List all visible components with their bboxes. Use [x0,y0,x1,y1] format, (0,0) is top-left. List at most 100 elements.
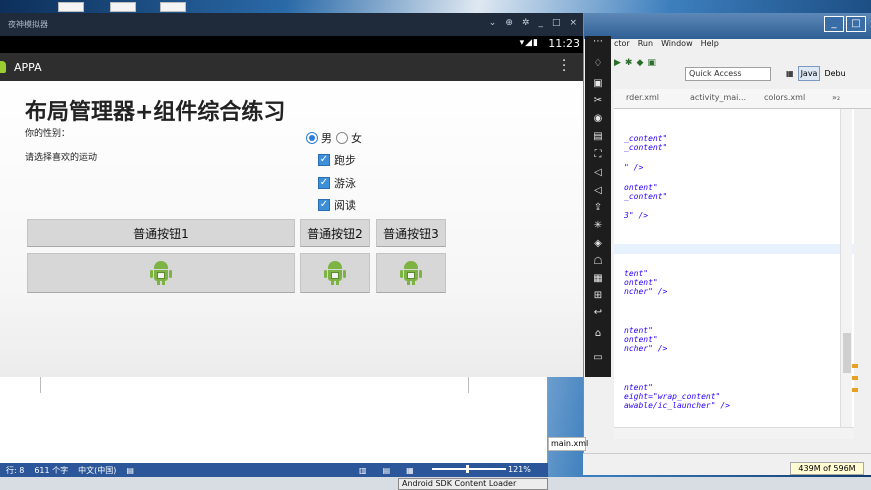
apk-icon[interactable]: ◈ [592,238,604,250]
normal-button-3[interactable]: 普通按钮3 [376,219,446,247]
maximize-button[interactable]: □ [846,16,866,32]
menu-item-help[interactable]: Help [701,39,719,53]
web-layout-icon[interactable]: ▦ [406,466,414,475]
radio-female-label[interactable]: 女 [351,130,362,146]
checkbox-reading-box[interactable]: ✓ [318,199,330,211]
margin-guide [40,377,41,393]
minimize-button[interactable]: _ [824,16,844,32]
image-button-1[interactable] [27,253,295,293]
radio-male-label[interactable]: 男 [321,130,332,146]
recent-apps-icon[interactable]: ▭ [592,352,604,364]
code-line: tent" [624,269,649,278]
word-document-area[interactable] [0,377,548,463]
code-line: ncher" /> [624,287,668,296]
checkbox-reading[interactable]: ✓ 阅读 [318,197,356,213]
grid-icon[interactable]: ⊞ [592,290,604,302]
desktop-icon[interactable] [58,2,84,12]
checkbox-swimming-box[interactable]: ✓ [318,177,330,189]
read-mode-icon[interactable]: ▥ [359,466,367,475]
desktop-icon[interactable] [160,2,186,12]
minimize-icon[interactable]: _ [538,18,543,28]
checkbox-running-label[interactable]: 跑步 [334,152,356,168]
debug-icon[interactable]: ✱ [625,58,633,68]
menu-item[interactable]: ctor [614,39,630,53]
folder-icon[interactable]: ▣ [647,58,656,68]
maximize-icon[interactable]: □ [552,18,561,28]
code-line: ntent" [624,383,653,392]
language-indicator[interactable]: 中文(中国) [78,465,116,476]
quick-access-input[interactable]: Quick Access [685,67,771,81]
gender-label: 你的性别： [25,129,71,139]
code-line: ncher" /> [624,344,668,353]
heap-status[interactable]: 439M of 596M [790,462,864,475]
tab-main-xml[interactable]: main.xml [548,437,588,451]
emulator-titlebar: 夜神模拟器 ⌄ ⊕ ✲ _ □ × [0,13,583,36]
volume-up-icon[interactable]: ◁ [592,167,604,179]
fullscreen-icon[interactable]: ⛶ [592,149,604,161]
desktop-icon[interactable] [110,2,136,12]
macro-icon[interactable]: ▤ [126,466,134,475]
run-icon[interactable]: ▶ [614,58,621,68]
code-line: _content" [624,192,668,201]
normal-button-1[interactable]: 普通按钮1 [27,219,295,247]
more-icon[interactable]: ⋯ [592,36,604,48]
android-robot-icon[interactable]: ☖ [592,256,604,268]
status-time: 11:23 [548,37,580,50]
overflow-menu-icon[interactable]: · · · [562,55,566,78]
image-button-2[interactable] [300,253,370,293]
shake-icon[interactable]: ✳ [592,220,604,232]
zoom-slider-thumb[interactable] [466,465,469,473]
editor-horizontal-scrollbar[interactable] [614,427,854,439]
screenshot-icon[interactable]: ▣ [592,78,604,90]
android-icon [400,261,422,285]
volume-down-icon[interactable]: ◁ [592,185,604,197]
open-perspective-icon[interactable]: ▦ [786,69,794,78]
checkbox-swimming-label[interactable]: 游泳 [334,175,356,191]
zoom-level[interactable]: 121% [508,463,531,477]
code-line: " /> [624,163,644,172]
home-icon[interactable]: ⌂ [592,328,604,340]
overview-ruler-markers [852,364,858,400]
location-icon[interactable]: ◉ [592,113,604,125]
pin-icon[interactable]: ⊕ [505,18,513,28]
normal-button-2[interactable]: 普通按钮2 [300,219,370,247]
checkbox-reading-label[interactable]: 阅读 [334,197,356,213]
perspective-java[interactable]: Java [797,66,821,81]
multi-window-icon[interactable]: ▦ [592,273,604,285]
current-line-highlight [614,244,854,254]
scissors-icon[interactable]: ✂ [592,95,604,107]
code-editor[interactable]: _content" _content" " /> ontent" _content" 3"… [614,109,854,439]
checkbox-running-box[interactable]: ✓ [318,154,330,166]
app-icon [0,61,6,73]
keyboard-icon[interactable]: ▤ [592,131,604,143]
checkbox-running[interactable]: ✓ 跑步 [318,152,356,168]
perspective-debug[interactable]: Debu [824,69,845,78]
radio-female[interactable] [336,132,348,144]
tool-icon[interactable]: ◆ [636,58,643,68]
tab-activity-main[interactable]: activity_mai... [690,93,746,102]
menu-item-run[interactable]: Run [638,39,653,53]
code-line: awable/ic_launcher" /> [624,401,730,410]
menu-item-window[interactable]: Window [661,39,693,53]
word-count[interactable]: 611 个字 [34,465,68,476]
tab-colors-xml[interactable]: colors.xml [764,93,805,102]
radio-male[interactable] [306,132,318,144]
signal-battery-icons: ▾◢▮ [519,38,539,48]
chevron-down-icon[interactable]: ⌄ [489,18,497,28]
code-line: ontent" [624,278,658,287]
back-icon[interactable]: ↩ [592,307,604,319]
tab-overflow[interactable]: »₂ [832,93,840,102]
activity-content: 布局管理器+组件综合练习 你的性别： 请选择喜欢的运动 男 女 ✓ 跑步 ✓ 游… [0,81,583,377]
settings-icon[interactable]: ✲ [522,18,530,28]
close-icon[interactable]: × [569,18,577,28]
sport-label: 请选择喜欢的运动 [25,153,98,163]
image-button-3[interactable] [376,253,446,293]
editor-vertical-scrollbar[interactable] [840,109,852,439]
shirt-icon[interactable]: ♢ [592,58,604,70]
upload-icon[interactable]: ⇪ [592,202,604,214]
app-title: APPA [14,61,42,74]
tab-border-xml[interactable]: rder.xml [626,93,659,102]
print-layout-icon[interactable]: ▤ [383,466,391,475]
checkbox-swimming[interactable]: ✓ 游泳 [318,175,356,191]
zoom-slider[interactable] [432,468,506,470]
